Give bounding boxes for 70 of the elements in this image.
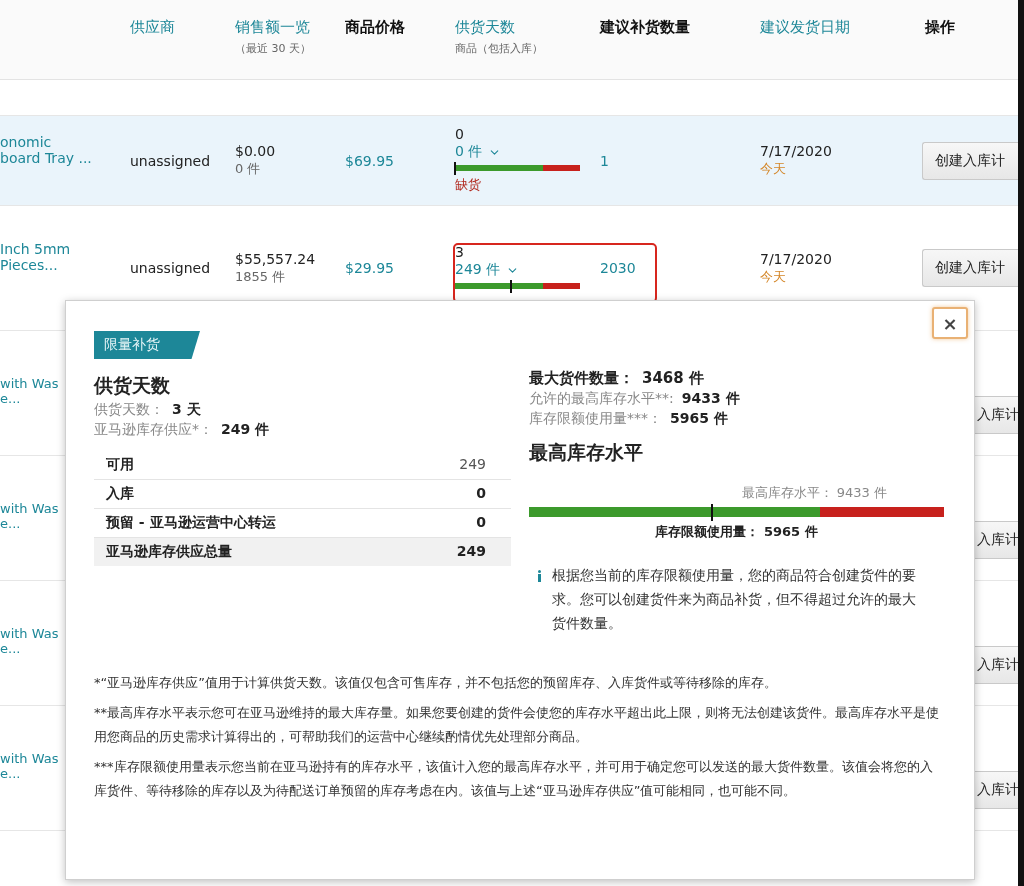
product-link[interactable]: board Tray ...	[0, 149, 92, 166]
units-sold: 1855 件	[235, 267, 286, 286]
sales-amount: $0.00	[235, 143, 276, 159]
table-label: 亚马逊库存供应总量	[106, 543, 232, 561]
fact-line: 允许的最高库存水平**: 9433 件	[529, 390, 741, 408]
table-label: 可用	[106, 456, 134, 474]
column-header: 操作	[925, 18, 955, 37]
product-link[interactable]: with Was	[0, 751, 59, 766]
column-header[interactable]: 供货天数	[455, 18, 515, 37]
product-link[interactable]: with Was	[0, 376, 59, 391]
units-sold: 0 件	[235, 160, 261, 178]
ship-date: 7/17/2020	[760, 143, 832, 159]
product-link[interactable]: onomic	[0, 133, 52, 150]
footnote: ***库存限额使用量表示您当前在亚马逊持有的库存水平，该值计入您的最高库存水平，并可用于确定您可以发送的最大货件数量。该值会将您的入库货件、等待移除的库存以及为待配送订单预留的库存考虑在内。该值与上述“亚马逊库存供应”值可能相同，也可能不同。	[94, 758, 934, 800]
column-header: 建议补货数量	[600, 18, 690, 37]
create-plan-button[interactable]: 入库计	[974, 521, 1018, 559]
create-plan-button[interactable]: 创建入库计	[922, 249, 1018, 287]
info-icon	[537, 570, 542, 582]
days-of-supply: 3	[455, 244, 464, 260]
summary-line: 供货天数： 3 天	[94, 401, 202, 419]
footnote: *“亚马逊库存供应”值用于计算供货天数。该值仅包含可售库存，并不包括您的预留库存、入库货件或等待移除的库存。	[94, 674, 778, 692]
quantity-cell: 2030	[600, 260, 636, 276]
date-note: 今天	[760, 267, 786, 286]
stock-dropdown[interactable]: 0 件	[455, 143, 502, 161]
price-cell: $29.95	[345, 260, 394, 276]
table-value: 249	[459, 456, 486, 474]
status-label: 缺货	[455, 176, 481, 194]
supplier-cell: unassigned	[130, 152, 211, 169]
info-text: 根据您当前的库存限额使用量，您的商品符合创建货件的要求。您可以创建货件来为商品补货，但不得超过允许的最大货件数量。	[552, 566, 917, 633]
product-link[interactable]: with Was	[0, 626, 59, 641]
create-plan-button[interactable]: 入库计	[974, 396, 1018, 434]
close-button[interactable]: ×	[932, 307, 968, 339]
date-note: 今天	[760, 160, 786, 178]
section-title: 供货天数	[94, 373, 171, 398]
create-plan-button[interactable]: 创建入库计	[922, 141, 1018, 180]
column-header[interactable]: 建议发货日期	[760, 18, 850, 37]
table-value: 249	[456, 543, 486, 561]
product-link[interactable]: e...	[0, 766, 21, 781]
table-label: 预留 - 亚马逊运营中心转运	[106, 514, 276, 532]
column-header[interactable]: 供应商	[130, 18, 175, 37]
column-header: 商品价格	[345, 18, 405, 37]
table-label: 入库	[106, 485, 134, 503]
table-value: 0	[476, 514, 486, 532]
product-link[interactable]: e...	[0, 641, 21, 656]
product-link[interactable]: with Was	[0, 501, 59, 516]
section-tag: 限量补货	[94, 331, 200, 359]
summary-line: 亚马逊库存供应*： 249 件	[94, 421, 271, 439]
price-cell: $69.95	[345, 152, 394, 169]
supplier-cell: unassigned	[130, 260, 211, 276]
footnote: **最高库存水平表示您可在亚马逊维持的最大库存量。如果您要创建的货件会使您的库存水平超出此上限，则将无法创建该货件。最高库存水平是使用您商品的历史需求计算得出的，可帮助我们的运营中心继续酌情优先处理部分商品。	[94, 704, 940, 746]
ship-date: 7/17/2020	[760, 250, 832, 267]
product-link[interactable]: Inch 5mm	[0, 241, 71, 257]
column-note: 商品（包括入库）	[455, 41, 543, 56]
fact-line: 库存限额使用量***： 5965 件	[529, 410, 729, 428]
product-link[interactable]: Pieces...	[0, 257, 58, 273]
create-plan-button[interactable]: 入库计	[974, 771, 1018, 809]
create-plan-button[interactable]: 入库计	[974, 646, 1018, 684]
max-level-label: 最高库存水平： 9433 件	[741, 484, 887, 502]
sales-amount: $55,557.24	[235, 250, 316, 267]
fact-line: 最大货件数量： 3468 件	[529, 369, 705, 388]
quantity-cell: 1	[600, 152, 609, 169]
column-header[interactable]: 销售额一览	[235, 18, 310, 37]
table-value: 0	[476, 485, 486, 503]
days-of-supply: 0	[455, 126, 464, 142]
usage-label: 库存限额使用量： 5965 件	[655, 523, 818, 541]
column-note: （最近 30 天）	[235, 41, 311, 56]
stock-dropdown[interactable]: 249 件	[455, 261, 520, 279]
product-link[interactable]: e...	[0, 516, 21, 531]
product-link[interactable]: e...	[0, 391, 21, 406]
section-title: 最高库存水平	[529, 440, 644, 465]
